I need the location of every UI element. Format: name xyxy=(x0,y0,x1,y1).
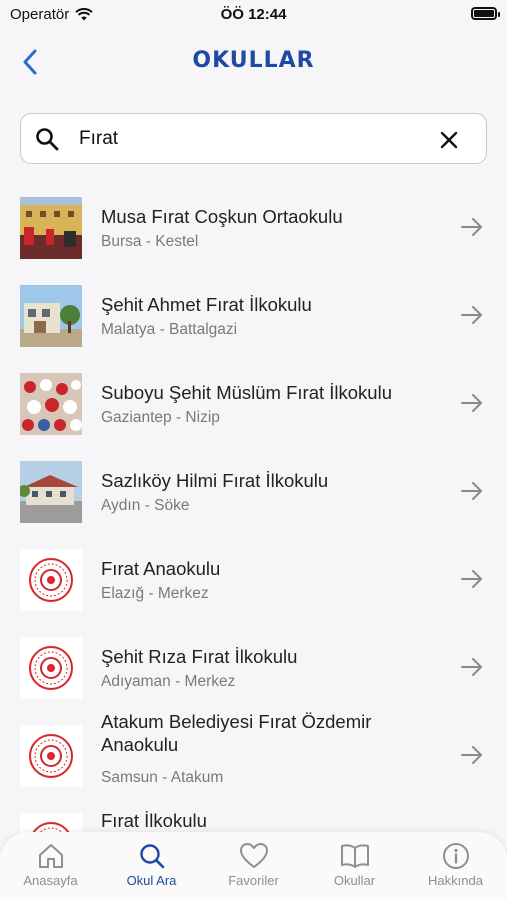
list-item[interactable]: Musa Fırat Coşkun Ortaokulu Bursa - Kest… xyxy=(0,184,507,272)
search-icon xyxy=(139,844,164,869)
meb-logo xyxy=(20,637,82,699)
school-thumbnail xyxy=(20,197,82,259)
tab-label: Anasayfa xyxy=(23,873,78,888)
list-item[interactable]: Fırat İlkokulu xyxy=(0,800,507,834)
tab-label: Hakkında xyxy=(428,873,483,888)
list-item[interactable]: Sazlıköy Hilmi Fırat İlkokulu Aydın - Sö… xyxy=(0,448,507,536)
tab-label: Okul Ara xyxy=(126,873,177,888)
list-item[interactable]: Atakum Belediyesi Fırat Özdemir Anaokulu… xyxy=(0,711,507,800)
tab-okullar[interactable]: Okullar xyxy=(304,842,405,888)
list-item[interactable]: Suboyu Şehit Müslüm Fırat İlkokulu Gazia… xyxy=(0,360,507,448)
search-bar xyxy=(20,113,487,164)
tab-favoriler[interactable]: Favoriler xyxy=(203,842,304,888)
list-item[interactable]: Fırat Anaokulu Elazığ - Merkez xyxy=(0,536,507,624)
tab-hakkinda[interactable]: Hakkında xyxy=(405,842,506,888)
status-time: ÖÖ 12:44 xyxy=(220,6,287,23)
school-thumbnail xyxy=(20,461,82,523)
navigation-bar: OKULLAR xyxy=(0,40,507,84)
school-location: Gaziantep - Nizip xyxy=(101,409,220,426)
list-item[interactable]: Şehit Rıza Fırat İlkokulu Adıyaman - Mer… xyxy=(0,624,507,712)
school-name: Sazlıköy Hilmi Fırat İlkokulu xyxy=(101,470,329,491)
school-thumbnail xyxy=(20,373,82,435)
tab-anasayfa[interactable]: Anasayfa xyxy=(0,842,101,888)
meb-logo xyxy=(20,813,82,834)
page-title: OKULLAR xyxy=(192,48,315,73)
search-input[interactable] xyxy=(79,124,419,154)
heart-icon xyxy=(239,843,268,868)
info-icon xyxy=(442,843,469,869)
school-location: Elazığ - Merkez xyxy=(101,585,209,602)
school-location: Bursa - Kestel xyxy=(101,233,199,250)
school-location: Samsun - Atakum xyxy=(101,769,224,786)
school-results-list: Musa Fırat Coşkun Ortaokulu Bursa - Kest… xyxy=(0,184,507,834)
book-icon xyxy=(340,844,369,868)
battery-icon xyxy=(471,7,500,20)
tab-label: Favoriler xyxy=(228,873,279,888)
tab-label: Okullar xyxy=(333,873,376,888)
tab-bar: Anasayfa Okul Ara Favoriler Okullar Hakk… xyxy=(0,832,507,900)
school-name: Atakum Belediyesi Fırat Özdemir Anaokulu xyxy=(101,711,372,755)
school-name: Şehit Ahmet Fırat İlkokulu xyxy=(101,294,312,315)
arrow-right-icon xyxy=(461,570,482,588)
arrow-right-icon xyxy=(461,394,482,412)
arrow-right-icon xyxy=(461,658,482,676)
school-name: Suboyu Şehit Müslüm Fırat İlkokulu xyxy=(101,382,392,403)
school-name: Fırat Anaokulu xyxy=(101,558,221,579)
school-name: Fırat İlkokulu xyxy=(101,810,207,831)
clear-search-button[interactable] xyxy=(436,127,462,153)
school-location: Adıyaman - Merkez xyxy=(101,673,236,690)
meb-logo xyxy=(20,725,82,787)
school-location: Malatya - Battalgazi xyxy=(101,321,238,338)
arrow-right-icon xyxy=(461,306,482,324)
tab-okul-ara[interactable]: Okul Ara xyxy=(101,842,202,888)
arrow-right-icon xyxy=(461,218,482,236)
school-name: Şehit Rıza Fırat İlkokulu xyxy=(101,646,298,667)
arrow-right-icon xyxy=(461,482,482,500)
home-icon xyxy=(38,844,63,868)
status-bar: Operatör ÖÖ 12:44 xyxy=(0,0,507,30)
meb-logo xyxy=(20,549,82,611)
list-item[interactable]: Şehit Ahmet Fırat İlkokulu Malatya - Bat… xyxy=(0,272,507,360)
school-location: Aydın - Söke xyxy=(101,497,190,514)
school-name: Musa Fırat Coşkun Ortaokulu xyxy=(101,206,343,227)
close-icon xyxy=(440,131,458,149)
arrow-right-icon xyxy=(461,746,482,764)
school-thumbnail xyxy=(20,285,82,347)
search-icon xyxy=(36,128,59,151)
